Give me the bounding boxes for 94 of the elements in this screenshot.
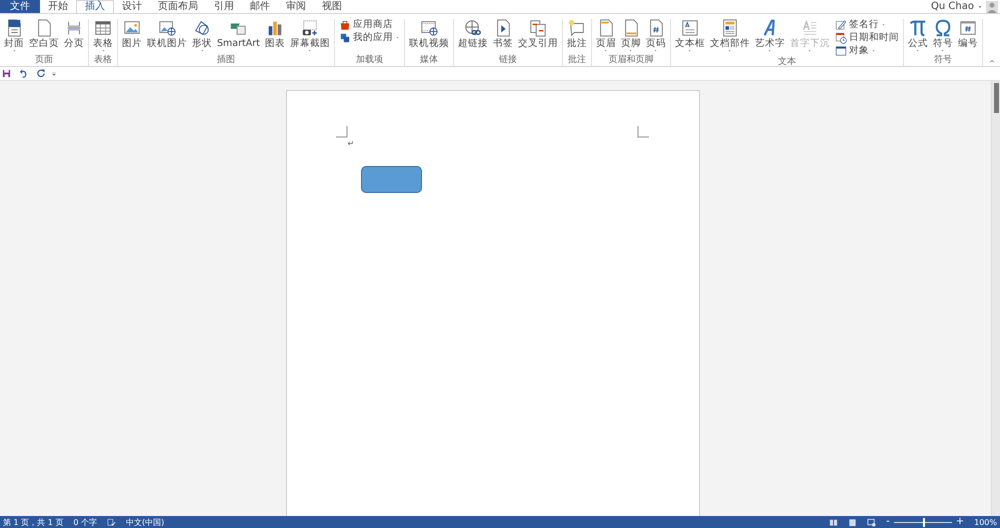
cover-page-icon bbox=[5, 19, 23, 37]
numbering-icon bbox=[958, 19, 977, 37]
ribbon-tab[interactable]: 插入 bbox=[76, 0, 114, 13]
group-label: 插图 bbox=[216, 55, 236, 66]
zoom-out-button[interactable]: - bbox=[886, 517, 890, 527]
camera-icon bbox=[300, 19, 319, 37]
redo-icon[interactable] bbox=[36, 69, 45, 78]
apps-icon bbox=[338, 32, 351, 44]
ribbon-button[interactable]: 联机图片 bbox=[145, 19, 189, 55]
page-break-icon bbox=[65, 19, 83, 37]
cross-reference-icon bbox=[528, 19, 547, 37]
language-indicator[interactable]: 中文(中国) bbox=[126, 516, 164, 528]
caret-icon bbox=[977, 4, 983, 10]
ribbon-button[interactable]: 日期和时间 bbox=[832, 32, 901, 44]
zoom-level[interactable]: 100% bbox=[974, 518, 997, 526]
ribbon-button[interactable]: 文本框 bbox=[672, 19, 707, 57]
ribbon-tab[interactable]: 视图 bbox=[314, 0, 350, 13]
paragraph-mark: ↵ bbox=[348, 139, 354, 149]
ribbon-tab[interactable]: 开始 bbox=[40, 0, 76, 13]
ribbon-button[interactable]: 我的应用 bbox=[336, 32, 402, 44]
word-count[interactable]: 0 个字 bbox=[73, 516, 97, 528]
ribbon-button[interactable]: 对象 bbox=[832, 45, 901, 57]
web-layout-icon[interactable] bbox=[867, 518, 876, 526]
hyperlink-icon bbox=[464, 19, 482, 37]
comment-icon bbox=[568, 19, 586, 37]
ribbon-button[interactable]: 文档部件 bbox=[708, 19, 752, 57]
zoom-in-button[interactable]: + bbox=[956, 517, 964, 527]
ribbon-tab[interactable]: 邮件 bbox=[242, 0, 278, 13]
group-label: 文本 bbox=[776, 57, 797, 68]
document-parts-icon bbox=[720, 19, 739, 37]
page-count[interactable]: 第 1 页，共 1 页 bbox=[3, 516, 64, 528]
ribbon-button[interactable]: 批注 bbox=[564, 19, 589, 55]
signature-icon bbox=[834, 19, 847, 31]
ribbon-button[interactable]: 形状 bbox=[190, 19, 214, 55]
group-label: 页面 bbox=[34, 55, 54, 66]
ribbon-tab[interactable]: 引用 bbox=[206, 0, 242, 13]
video-icon bbox=[420, 19, 438, 37]
ribbon-button[interactable]: 图片 bbox=[120, 19, 144, 55]
ribbon-button[interactable]: 分页 bbox=[62, 19, 86, 55]
ribbon-button[interactable]: 页脚 bbox=[618, 19, 643, 55]
drop-cap-icon bbox=[800, 19, 819, 37]
print-layout-icon[interactable] bbox=[848, 518, 858, 526]
ribbon-tab[interactable]: 页面布局 bbox=[150, 0, 206, 13]
ribbon-button[interactable]: 空白页 bbox=[27, 19, 61, 55]
ribbon-button[interactable]: 编号 bbox=[956, 19, 980, 55]
ribbon-tab[interactable]: 审阅 bbox=[278, 0, 314, 13]
group-label: 链接 bbox=[498, 55, 518, 66]
ribbon-button[interactable]: 封面 bbox=[2, 19, 26, 55]
ribbon-button[interactable]: 交叉引用 bbox=[516, 19, 560, 55]
collapse-ribbon-icon[interactable] bbox=[988, 58, 996, 64]
save-icon[interactable] bbox=[2, 69, 11, 78]
group-label: 批注 bbox=[566, 55, 587, 66]
ribbon-button[interactable]: 符号 bbox=[930, 19, 955, 55]
slider-thumb[interactable] bbox=[922, 518, 925, 526]
margin-corner-icon bbox=[336, 126, 348, 138]
read-mode-icon[interactable] bbox=[829, 518, 838, 526]
omega-icon bbox=[934, 19, 952, 37]
blank-page-icon bbox=[35, 19, 53, 37]
calendar-clock-icon bbox=[834, 32, 847, 44]
group-label: 加载项 bbox=[354, 55, 384, 66]
object-icon bbox=[834, 45, 847, 57]
picture-icon bbox=[123, 19, 141, 37]
ribbon-button[interactable]: 签名行 bbox=[832, 19, 901, 31]
ribbon-button[interactable]: 应用商店 bbox=[336, 19, 402, 31]
user-name[interactable]: Qu Chao bbox=[931, 1, 974, 12]
table-icon bbox=[94, 19, 112, 37]
pi-icon bbox=[908, 19, 927, 37]
ribbon-button[interactable]: 页码 bbox=[644, 19, 668, 55]
text-box-icon bbox=[680, 19, 699, 37]
file-tab[interactable]: 文件 bbox=[0, 0, 40, 13]
store-icon bbox=[338, 19, 351, 31]
margin-corner-icon bbox=[636, 126, 648, 138]
customize-icon[interactable] bbox=[51, 70, 57, 76]
ribbon-button[interactable]: 表格 bbox=[91, 19, 115, 55]
ribbon-button[interactable]: 艺术字 bbox=[752, 19, 787, 57]
ribbon-button[interactable]: SmartArt bbox=[215, 19, 262, 55]
ribbon-button[interactable]: 公式 bbox=[906, 19, 930, 55]
online-picture-icon bbox=[158, 19, 176, 37]
ribbon-button[interactable]: 书签 bbox=[490, 19, 515, 55]
ribbon-tab[interactable]: 设计 bbox=[114, 0, 150, 13]
ribbon-button[interactable]: 超链接 bbox=[456, 19, 490, 55]
shapes-icon bbox=[193, 19, 211, 37]
chart-icon bbox=[266, 19, 284, 37]
group-label: 表格 bbox=[93, 55, 113, 66]
vertical-scrollbar[interactable] bbox=[991, 81, 1000, 516]
ribbon-button[interactable]: 页眉 bbox=[594, 19, 618, 55]
group-label: 媒体 bbox=[418, 55, 439, 66]
group-label: 符号 bbox=[932, 55, 953, 66]
ribbon-button[interactable]: 图表 bbox=[262, 19, 287, 55]
rounded-rectangle-shape[interactable] bbox=[360, 166, 422, 193]
ribbon-button[interactable]: 联机视频 bbox=[406, 19, 451, 55]
group-label: 页眉和页脚 bbox=[607, 55, 654, 66]
proofing-icon[interactable] bbox=[107, 518, 116, 526]
ribbon-button[interactable]: 屏幕截图 bbox=[288, 19, 332, 55]
